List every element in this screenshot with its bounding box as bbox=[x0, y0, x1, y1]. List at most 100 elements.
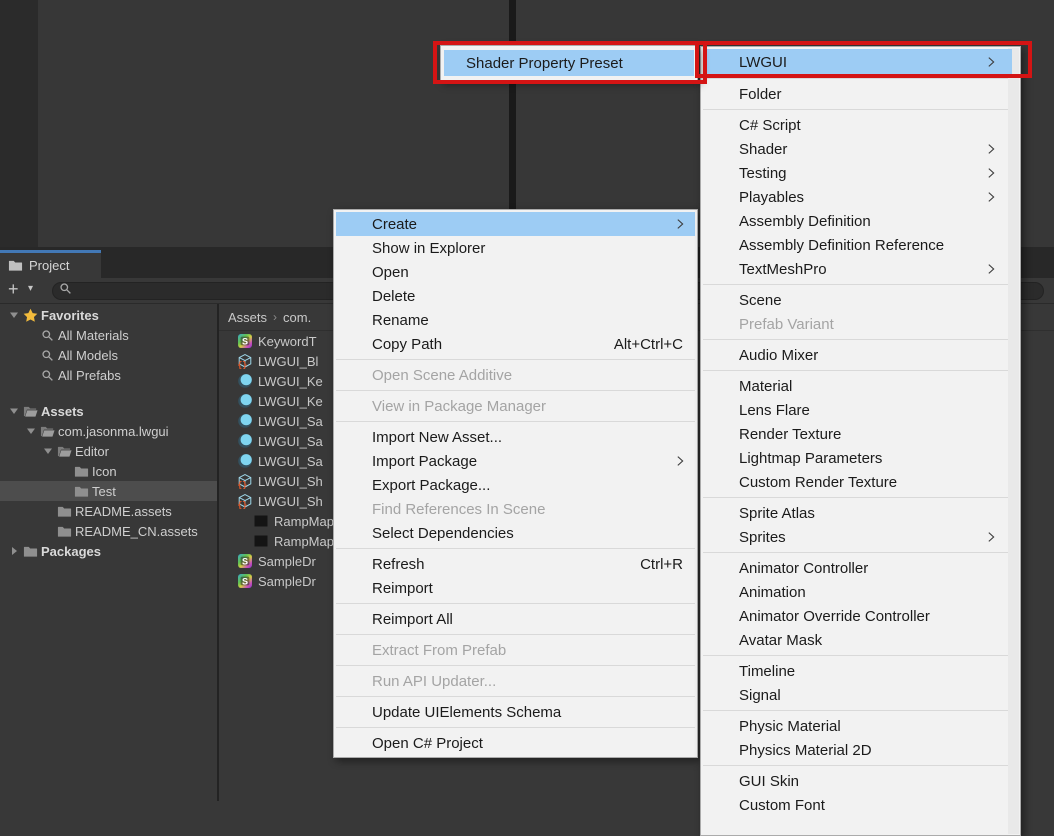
file-item-label: RampMap bbox=[274, 534, 334, 549]
menu-item-lwgui[interactable]: LWGUI bbox=[703, 49, 1012, 75]
tree-item-assets[interactable]: Assets bbox=[0, 401, 217, 421]
menu-item-rename[interactable]: Rename bbox=[336, 308, 695, 332]
menu-item-select-dependencies[interactable]: Select Dependencies bbox=[336, 521, 695, 545]
menu-item-lens-flare[interactable]: Lens Flare bbox=[703, 398, 1012, 422]
menu-separator bbox=[703, 284, 1018, 285]
menu-item-export-package[interactable]: Export Package... bbox=[336, 473, 695, 497]
texture-icon bbox=[253, 533, 269, 549]
menu-item-create[interactable]: Create bbox=[336, 212, 695, 236]
menu-item-custom-render-texture[interactable]: Custom Render Texture bbox=[703, 470, 1012, 494]
menu-item-import-package[interactable]: Import Package bbox=[336, 449, 695, 473]
menu-item-animation[interactable]: Animation bbox=[703, 580, 1012, 604]
tree-item-test[interactable]: Test bbox=[0, 481, 217, 501]
menu-item-reimport-all[interactable]: Reimport All bbox=[336, 607, 695, 631]
menu-item-label: Open bbox=[372, 264, 409, 281]
menu-separator bbox=[703, 370, 1018, 371]
menu-item-animator-override-controller[interactable]: Animator Override Controller bbox=[703, 604, 1012, 628]
menu-item-avatar-mask[interactable]: Avatar Mask bbox=[703, 628, 1012, 652]
tree-item-com-jasonma-lwgui[interactable]: com.jasonma.lwgui bbox=[0, 421, 217, 441]
menu-item-shader-property-preset[interactable]: Shader Property Preset bbox=[444, 50, 694, 76]
menu-item-render-texture[interactable]: Render Texture bbox=[703, 422, 1012, 446]
menu-item-assembly-definition-reference[interactable]: Assembly Definition Reference bbox=[703, 233, 1012, 257]
file-item-label: LWGUI_Sa bbox=[258, 414, 323, 429]
menu-item-folder[interactable]: Folder bbox=[703, 82, 1012, 106]
foldout-chevron-down-icon[interactable] bbox=[6, 403, 22, 419]
menu-item-custom-font[interactable]: Custom Font bbox=[703, 793, 1012, 817]
menu-separator bbox=[336, 548, 695, 549]
menu-item-playables[interactable]: Playables bbox=[703, 185, 1012, 209]
menu-item-physics-material-2d[interactable]: Physics Material 2D bbox=[703, 738, 1012, 762]
menu-item-open-c-project[interactable]: Open C# Project bbox=[336, 731, 695, 755]
material-icon bbox=[237, 373, 253, 389]
menu-item-label: Import Package bbox=[372, 453, 477, 470]
tree-item-favorites[interactable]: Favorites bbox=[0, 305, 217, 325]
menu-item-delete[interactable]: Delete bbox=[336, 284, 695, 308]
foldout-spacer bbox=[57, 483, 73, 499]
tree-item-all-prefabs[interactable]: All Prefabs bbox=[0, 365, 217, 385]
menu-item-scene[interactable]: Scene bbox=[703, 288, 1012, 312]
menu-item-label: Signal bbox=[739, 687, 781, 704]
foldout-spacer bbox=[23, 327, 39, 343]
menu-separator bbox=[336, 359, 695, 360]
menu-separator bbox=[703, 109, 1018, 110]
tree-item-readme-cn-assets[interactable]: README_CN.assets bbox=[0, 521, 217, 541]
menu-item-label: Import New Asset... bbox=[372, 429, 502, 446]
menu-item-sprites[interactable]: Sprites bbox=[703, 525, 1012, 549]
menu-item-label: Update UIElements Schema bbox=[372, 704, 561, 721]
tree-item-readme-assets[interactable]: README.assets bbox=[0, 501, 217, 521]
menu-item-label: Custom Font bbox=[739, 797, 825, 814]
menu-item-label: Delete bbox=[372, 288, 415, 305]
tree-item-label: com.jasonma.lwgui bbox=[58, 424, 169, 439]
submenu-chevron-icon bbox=[673, 454, 687, 468]
svg-text:{}: {} bbox=[237, 481, 247, 489]
foldout-chevron-down-icon[interactable] bbox=[23, 423, 39, 439]
menu-item-refresh[interactable]: RefreshCtrl+R bbox=[336, 552, 695, 576]
foldout-chevron-down-icon[interactable] bbox=[40, 443, 56, 459]
menu-item-lightmap-parameters[interactable]: Lightmap Parameters bbox=[703, 446, 1012, 470]
tab-project[interactable]: Project bbox=[0, 250, 101, 278]
menu-item-gui-skin[interactable]: GUI Skin bbox=[703, 769, 1012, 793]
tree-item-editor[interactable]: Editor bbox=[0, 441, 217, 461]
menu-item-open[interactable]: Open bbox=[336, 260, 695, 284]
file-item-label: LWGUI_Sh bbox=[258, 474, 323, 489]
menu-item-timeline[interactable]: Timeline bbox=[703, 659, 1012, 683]
menu-item-label: Prefab Variant bbox=[739, 316, 834, 333]
menu-item-testing[interactable]: Testing bbox=[703, 161, 1012, 185]
menu-item-audio-mixer[interactable]: Audio Mixer bbox=[703, 343, 1012, 367]
foldout-chevron-down-icon[interactable] bbox=[6, 307, 22, 323]
menu-item-show-in-explorer[interactable]: Show in Explorer bbox=[336, 236, 695, 260]
menu-item-reimport[interactable]: Reimport bbox=[336, 576, 695, 600]
menu-item-sprite-atlas[interactable]: Sprite Atlas bbox=[703, 501, 1012, 525]
tree-item-label: README_CN.assets bbox=[75, 524, 198, 539]
texture-icon bbox=[253, 513, 269, 529]
foldout-chevron-right-icon[interactable] bbox=[6, 543, 22, 559]
menu-item-label: Animator Controller bbox=[739, 560, 868, 577]
menu-item-label: C# Script bbox=[739, 117, 801, 134]
breadcrumb-segment[interactable]: com. bbox=[283, 310, 311, 325]
shader-icon: {} bbox=[237, 353, 253, 369]
menu-item-physic-material[interactable]: Physic Material bbox=[703, 714, 1012, 738]
foldout-spacer bbox=[23, 347, 39, 363]
tree-item-icon[interactable]: Icon bbox=[0, 461, 217, 481]
add-asset-button[interactable]: + bbox=[8, 279, 19, 300]
tree-item-label: All Prefabs bbox=[58, 368, 121, 383]
menu-item-signal[interactable]: Signal bbox=[703, 683, 1012, 707]
chevron-down-icon[interactable]: ▾ bbox=[28, 283, 33, 294]
tree-item-all-models[interactable]: All Models bbox=[0, 345, 217, 365]
breadcrumb-segment[interactable]: Assets bbox=[228, 310, 267, 325]
menu-item-material[interactable]: Material bbox=[703, 374, 1012, 398]
menu-separator bbox=[336, 603, 695, 604]
tree-item-all-materials[interactable]: All Materials bbox=[0, 325, 217, 345]
menu-item-import-new-asset[interactable]: Import New Asset... bbox=[336, 425, 695, 449]
tree-item-packages[interactable]: Packages bbox=[0, 541, 217, 561]
menu-item-label: Material bbox=[739, 378, 792, 395]
menu-item-label: LWGUI bbox=[739, 54, 787, 71]
menu-item-label: Render Texture bbox=[739, 426, 841, 443]
menu-item-animator-controller[interactable]: Animator Controller bbox=[703, 556, 1012, 580]
menu-item-c-script[interactable]: C# Script bbox=[703, 113, 1012, 137]
menu-item-shader[interactable]: Shader bbox=[703, 137, 1012, 161]
menu-item-textmeshpro[interactable]: TextMeshPro bbox=[703, 257, 1012, 281]
menu-item-assembly-definition[interactable]: Assembly Definition bbox=[703, 209, 1012, 233]
menu-item-copy-path[interactable]: Copy PathAlt+Ctrl+C bbox=[336, 332, 695, 356]
menu-item-update-uielements-schema[interactable]: Update UIElements Schema bbox=[336, 700, 695, 724]
